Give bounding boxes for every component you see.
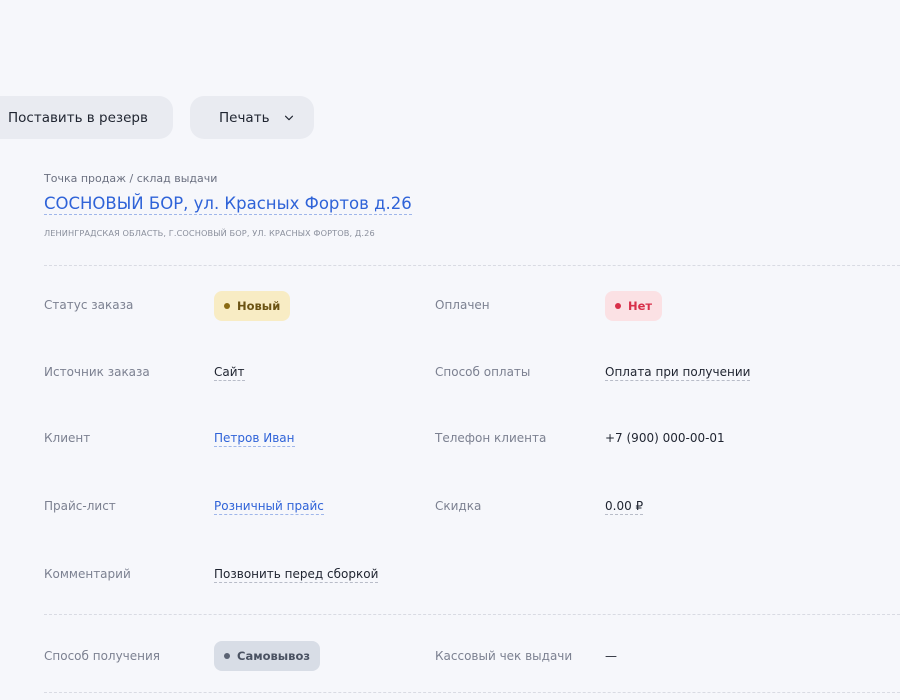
payment-method-value[interactable]: Оплата при получении bbox=[605, 365, 751, 381]
discount-value[interactable]: 0.00 ₽ bbox=[605, 499, 644, 515]
price-list-link[interactable]: Розничный прайс bbox=[214, 499, 324, 515]
delivery-method-value: Самовывоз bbox=[237, 649, 311, 663]
paid-badge[interactable]: Нет bbox=[605, 291, 663, 321]
print-dropdown-button[interactable]: Печать bbox=[190, 96, 314, 139]
paid-value: Нет bbox=[628, 299, 653, 313]
reserve-button[interactable]: Поставить в резерв bbox=[0, 96, 173, 139]
delivery-method-badge[interactable]: Самовывоз bbox=[214, 641, 321, 671]
comment-label: Комментарий bbox=[44, 567, 131, 581]
order-details-page: Поставить в резерв Печать Точка продаж /… bbox=[0, 0, 900, 700]
section-divider bbox=[44, 692, 900, 693]
dot-icon bbox=[224, 653, 230, 659]
payment-method-label: Способ оплаты bbox=[435, 365, 531, 379]
section-divider bbox=[44, 265, 900, 266]
order-status-value: Новый bbox=[237, 299, 281, 313]
delivery-method-label: Способ получения bbox=[44, 649, 161, 663]
order-source-value[interactable]: Сайт bbox=[214, 365, 245, 381]
receipt-value: — bbox=[605, 649, 617, 663]
reserve-button-label: Поставить в резерв bbox=[8, 109, 148, 126]
warehouse-address: ЛЕНИНГРАДСКАЯ ОБЛАСТЬ, Г.СОСНОВЫЙ БОР, У… bbox=[44, 228, 375, 238]
order-source-label: Источник заказа bbox=[44, 365, 150, 379]
receipt-label: Кассовый чек выдачи bbox=[435, 649, 573, 663]
client-label: Клиент bbox=[44, 431, 91, 445]
order-status-badge[interactable]: Новый bbox=[214, 291, 291, 321]
paid-label: Оплачен bbox=[435, 298, 490, 312]
order-status-label: Статус заказа bbox=[44, 298, 134, 312]
client-phone-label: Телефон клиента bbox=[435, 431, 547, 445]
warehouse-name-link[interactable]: СОСНОВЫЙ БОР, ул. Красных Фортов д.26 bbox=[44, 194, 412, 215]
warehouse-label: Точка продаж / склад выдачи bbox=[44, 172, 218, 185]
client-link[interactable]: Петров Иван bbox=[214, 431, 295, 447]
comment-value[interactable]: Позвонить перед сборкой bbox=[214, 567, 379, 583]
price-list-label: Прайс-лист bbox=[44, 499, 116, 513]
print-button-label: Печать bbox=[219, 109, 270, 126]
chevron-down-icon bbox=[284, 115, 293, 120]
section-divider bbox=[44, 614, 900, 615]
discount-label: Скидка bbox=[435, 499, 482, 513]
dot-icon bbox=[615, 303, 621, 309]
dot-icon bbox=[224, 303, 230, 309]
client-phone-value: +7 (900) 000-00-01 bbox=[605, 431, 725, 445]
